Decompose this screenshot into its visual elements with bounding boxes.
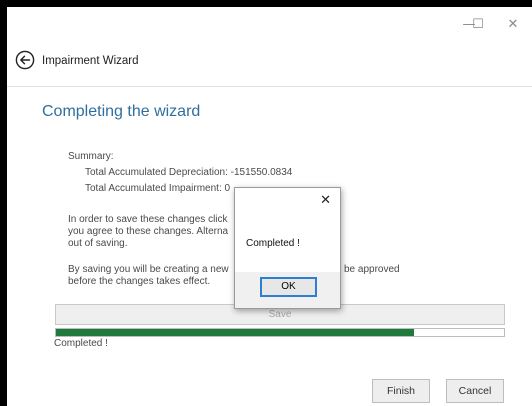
status-text: Completed ! xyxy=(54,338,108,349)
save-instructions-line: In order to save these changes click xyxy=(68,214,228,225)
cancel-button[interactable]: Cancel xyxy=(446,379,504,403)
save-instructions-line: you agree to these changes. Alterna xyxy=(68,226,229,237)
save-notice-line: By saving you will be creating a new xyxy=(68,264,229,275)
completed-dialog: ✕ Completed ! OK xyxy=(234,187,341,309)
dialog-close-icon[interactable]: ✕ xyxy=(320,193,331,208)
header-divider xyxy=(7,86,532,87)
progress-bar xyxy=(55,328,505,337)
save-notice-line: before the changes takes effect. xyxy=(68,276,211,287)
close-icon[interactable]: ✕ xyxy=(503,18,523,32)
circle-arrow-left-icon[interactable] xyxy=(15,50,35,70)
page-title: Completing the wizard xyxy=(42,103,201,120)
dialog-message: Completed ! xyxy=(246,238,300,249)
save-notice: By saving you will be creating a new bef… xyxy=(68,264,229,288)
finish-button[interactable]: Finish xyxy=(372,379,430,403)
ok-button[interactable]: OK xyxy=(260,277,317,297)
depreciation-line: Total Accumulated Depreciation: -151550.… xyxy=(85,167,293,178)
wizard-title: Impairment Wizard xyxy=(42,55,139,67)
save-notice-tail: be approved xyxy=(344,264,400,275)
wizard-window: — ☐ ✕ Impairment Wizard Completing the w… xyxy=(7,7,532,406)
save-instructions-line: out of saving. xyxy=(68,238,128,249)
progress-fill xyxy=(56,329,415,336)
save-instructions: In order to save these changes click you… xyxy=(68,214,228,250)
summary-label: Summary: xyxy=(68,151,114,162)
maximize-icon[interactable]: ☐ xyxy=(468,18,488,32)
